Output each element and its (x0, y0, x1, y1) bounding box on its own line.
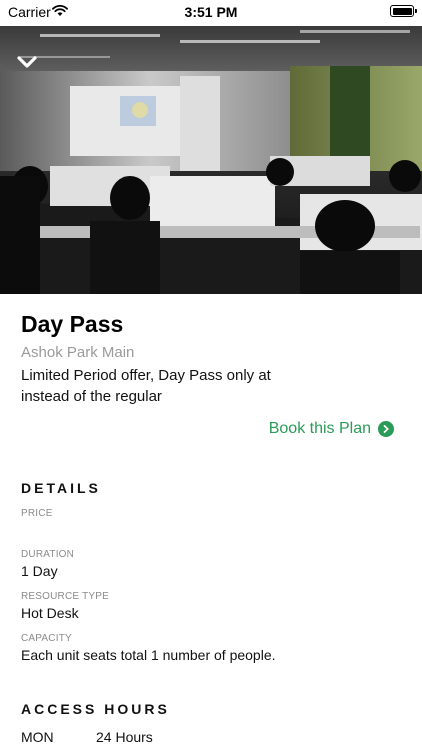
details-heading: DETAILS (21, 480, 101, 496)
battery-icon (390, 5, 417, 17)
collapse-button[interactable] (14, 52, 40, 72)
hero-image (0, 26, 422, 294)
office-photo-illustration (0, 26, 422, 294)
duration-value: 1 Day (21, 563, 58, 579)
access-day: MON (21, 729, 54, 745)
plan-title: Day Pass (21, 311, 124, 337)
status-time: 3:51 PM (184, 4, 238, 20)
access-hours-value: 24 Hours (96, 729, 153, 745)
duration-label: DURATION (21, 549, 75, 560)
book-plan-button[interactable]: Book this Plan (269, 420, 394, 438)
access-hours-heading: ACCESS HOURS (21, 701, 170, 717)
book-plan-label: Book this Plan (268, 420, 371, 437)
plan-location: Ashok Park Main (21, 344, 135, 361)
capacity-value: Each unit seats total 1 number of people… (21, 647, 276, 663)
chevron-down-icon (17, 56, 37, 68)
access-hours-row: MON 24 Hours (21, 729, 153, 745)
chevron-right-circle-icon (378, 421, 394, 437)
capacity-label: CAPACITY (21, 633, 72, 644)
resource-type-label: RESOURCE TYPE (21, 591, 109, 602)
price-label: PRICE (21, 508, 53, 519)
status-bar: Carrier 3:51 PM (0, 0, 422, 26)
plan-description: Limited Period offer, Day Pass only at i… (21, 367, 271, 405)
resource-type-value: Hot Desk (21, 605, 79, 621)
